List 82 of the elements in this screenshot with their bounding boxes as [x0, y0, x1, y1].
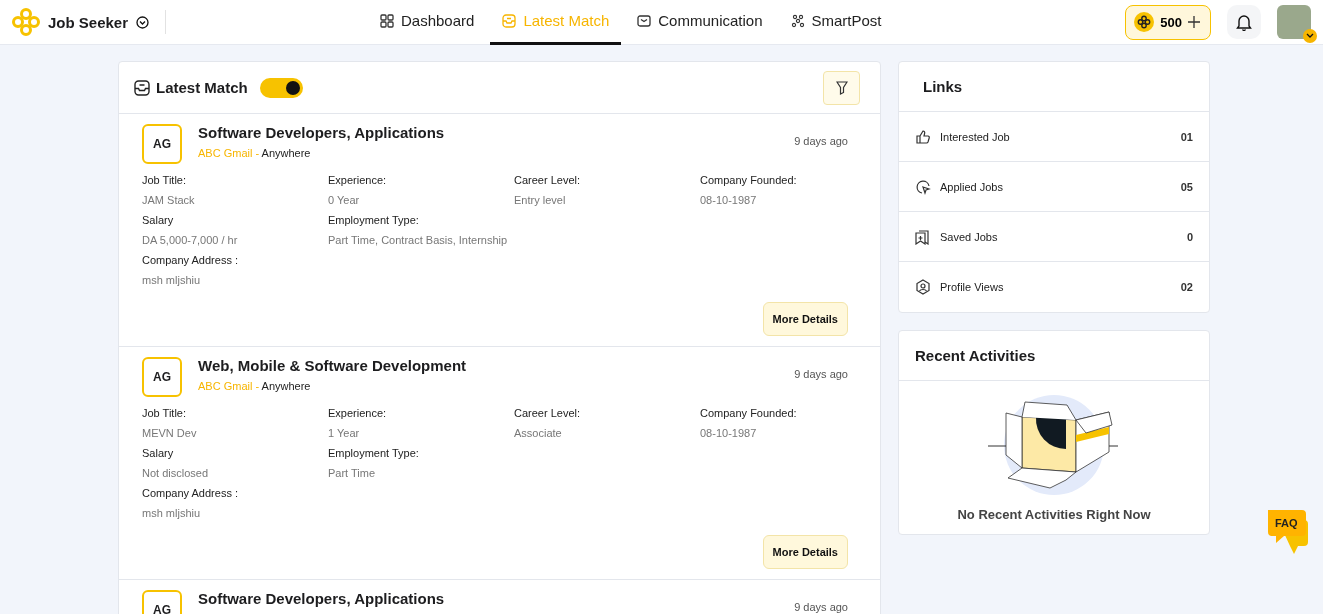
tray-icon [502, 13, 517, 28]
plus-icon [1188, 16, 1200, 28]
field-label: Employment Type: [328, 214, 420, 226]
coin-balance-button[interactable]: 500 [1125, 4, 1211, 40]
panel-title: Recent Activities [899, 331, 1209, 381]
field-label: Job Title: [142, 174, 188, 186]
app-name: Job Seeker [48, 13, 129, 31]
field-value: msh mljshiu [142, 507, 202, 519]
cursor-icon [915, 178, 931, 195]
nodes-icon [790, 13, 805, 28]
field-value: 1 Year [328, 427, 361, 439]
link-label: Applied Jobs [940, 180, 1003, 193]
toggle-switch[interactable] [259, 77, 303, 98]
chevron-down-icon [1306, 33, 1314, 39]
field-value: 08-10-1987 [700, 194, 758, 206]
job-title[interactable]: Software Developers, Applications [198, 590, 779, 607]
company-location: ABC Gmail - Anywhere [198, 147, 312, 159]
company-logo: AG [142, 590, 182, 614]
field-value: MEVN Dev [142, 427, 198, 439]
field-value: 0 Year [328, 194, 361, 206]
thumbs-up-icon [915, 128, 931, 145]
field-value: Part Time, Contract Basis, Internship [328, 234, 509, 246]
field-label: Experience: [328, 407, 388, 419]
field-label: Career Level: [514, 174, 582, 186]
job-title[interactable]: Web, Mobile & Software Development [198, 357, 779, 374]
link-label: Interested Job [940, 130, 1010, 143]
field-label: Salary [142, 214, 175, 226]
panel-title: Links [899, 62, 1209, 112]
posted-time: 9 days ago [794, 135, 848, 147]
posted-time: 9 days ago [794, 368, 848, 380]
bookmark-icon [915, 228, 931, 245]
job-title[interactable]: Software Developers, Applications [198, 124, 779, 141]
link-count: 05 [1180, 180, 1193, 193]
panel-title: Latest Match [156, 79, 248, 96]
field-label: Salary [142, 447, 175, 459]
link-item[interactable]: Applied Jobs 05 [899, 162, 1209, 212]
logo-icon [12, 8, 40, 36]
field-label: Employment Type: [328, 447, 420, 459]
field-label: Company Address : [142, 487, 239, 499]
field-value: Not disclosed [142, 467, 210, 479]
tray-icon [134, 79, 150, 96]
link-count: 0 [1186, 230, 1193, 243]
filter-icon [835, 80, 848, 95]
company-location: ABC Gmail - Anywhere [198, 380, 312, 392]
field-value: Associate [514, 427, 563, 439]
coin-icon [1134, 12, 1155, 32]
link-item[interactable]: Interested Job 01 [899, 112, 1209, 162]
link-item[interactable]: Saved Jobs 0 [899, 212, 1209, 262]
nav-tab[interactable]: Dashboard [368, 0, 487, 45]
company-logo: AG [142, 357, 182, 397]
posted-time: 9 days ago [794, 601, 848, 613]
more-details-button[interactable]: More Details [762, 302, 848, 336]
field-label: Company Founded: [700, 407, 798, 419]
field-value: Part Time [328, 467, 377, 479]
company-logo: AG [142, 124, 182, 164]
link-item[interactable]: Profile Views 02 [899, 262, 1209, 312]
dropdown-badge[interactable] [1303, 29, 1317, 43]
link-count: 01 [1180, 130, 1193, 143]
field-value: DA 5,000-7,000 / hr [142, 234, 239, 246]
mail-icon [637, 13, 652, 28]
notification-button[interactable] [1227, 5, 1261, 39]
field-label: Company Address : [142, 254, 239, 266]
more-details-button[interactable]: More Details [762, 535, 848, 569]
field-value: msh mljshiu [142, 274, 202, 286]
link-count: 02 [1180, 281, 1193, 293]
profile-icon [915, 279, 931, 295]
chevron-down-icon[interactable] [136, 15, 150, 29]
bell-icon [1236, 13, 1252, 31]
field-label: Job Title: [142, 407, 188, 419]
link-label: Saved Jobs [940, 230, 998, 243]
grid-icon [380, 13, 394, 28]
link-label: Profile Views [940, 281, 1004, 293]
nav-tab[interactable]: SmartPost [778, 0, 894, 45]
field-value: Entry level [514, 194, 567, 206]
empty-state-text: No Recent Activities Right Now [957, 507, 1151, 522]
field-value: JAM Stack [142, 194, 196, 206]
filter-button[interactable] [823, 70, 860, 105]
field-label: Experience: [328, 174, 388, 186]
field-label: Company Founded: [700, 174, 798, 186]
field-value: 08-10-1987 [700, 427, 758, 439]
field-label: Career Level: [514, 407, 582, 419]
nav-tab[interactable]: Communication [625, 0, 775, 45]
